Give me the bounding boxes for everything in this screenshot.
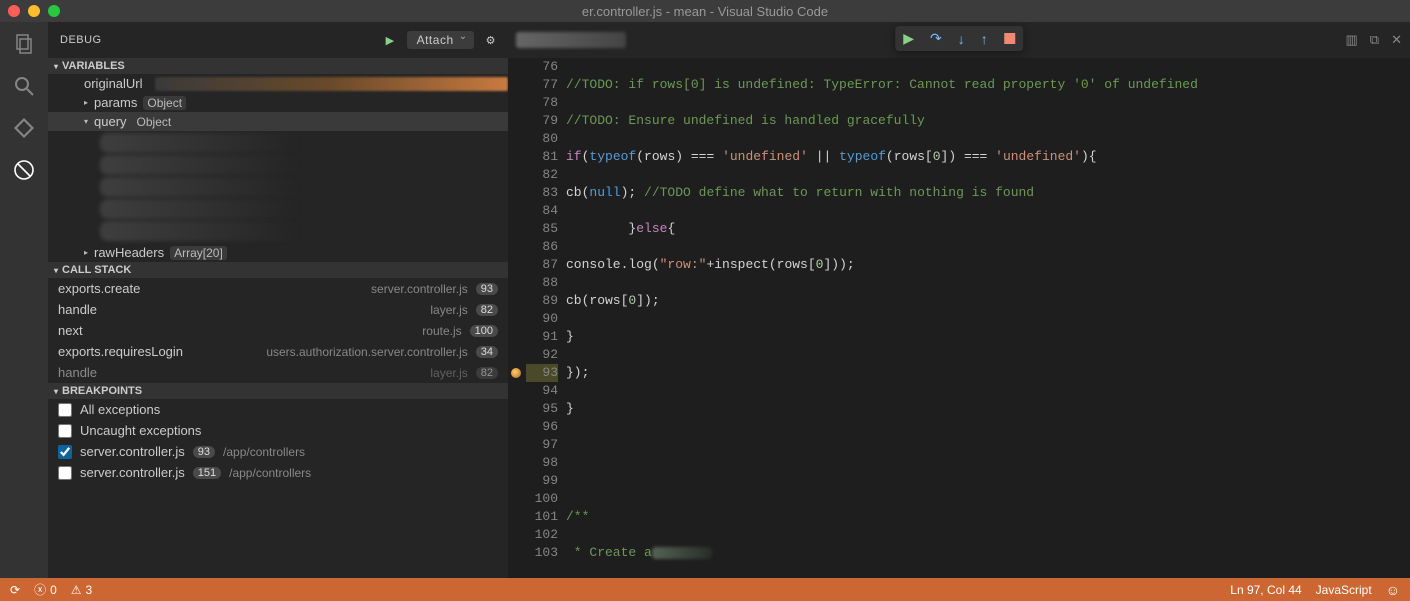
line-badge: 34: [476, 346, 498, 358]
line-badge: 93: [476, 283, 498, 295]
blurred-value: [100, 177, 300, 197]
minimize-window-button[interactable]: [28, 5, 40, 17]
debug-header: DEBUG ▶ Attach ⚙: [48, 22, 508, 58]
bp-checkbox[interactable]: [58, 403, 72, 417]
bp-checkbox[interactable]: [58, 424, 72, 438]
var-rawheaders[interactable]: ▸ rawHeaders Array[20]: [48, 243, 508, 262]
line-badge: 82: [476, 304, 498, 316]
variables-section-header[interactable]: ▾ VARIABLES: [48, 58, 508, 74]
start-debug-button[interactable]: ▶: [386, 34, 395, 47]
maximize-window-button[interactable]: [48, 5, 60, 17]
line-badge: 82: [476, 367, 498, 379]
stop-button[interactable]: [1004, 33, 1015, 44]
debug-icon[interactable]: [10, 156, 38, 184]
search-icon[interactable]: [10, 72, 38, 100]
type-badge: Object: [143, 96, 186, 110]
blurred-value: [100, 199, 300, 219]
breakpoints-label: BREAKPOINTS: [62, 385, 142, 397]
breakpoint-uncaught-exceptions[interactable]: Uncaught exceptions: [48, 420, 508, 441]
window-title: er.controller.js - mean - Visual Studio …: [582, 4, 828, 19]
type-badge: Array[20]: [170, 246, 227, 260]
editor-area: ▶ ↷ ↓ ↑ ▥ ⧉ ✕ 76 77 78 79 80: [508, 22, 1410, 578]
chevron-down-icon: ▾: [54, 266, 58, 275]
code-content[interactable]: //TODO: if rows[0] is undefined: TypeErr…: [566, 58, 1410, 578]
step-out-button[interactable]: ↑: [981, 31, 988, 47]
breakpoint-all-exceptions[interactable]: All exceptions: [48, 399, 508, 420]
warnings-indicator[interactable]: ⚠ 3: [71, 583, 92, 597]
callstack-frame[interactable]: next route.js 100: [48, 320, 508, 341]
feedback-icon[interactable]: ☺: [1386, 582, 1400, 598]
line-number-gutter: 76 77 78 79 80 81 82 83 84 85 86 87 88 8…: [526, 58, 566, 578]
status-bar: ⟳ ⓧ 0 ⚠ 3 Ln 97, Col 44 JavaScript ☺: [0, 578, 1410, 601]
blurred-value: [100, 155, 300, 175]
continue-button[interactable]: ▶: [903, 30, 914, 47]
step-into-button[interactable]: ↓: [958, 31, 965, 47]
callstack-frame[interactable]: handle layer.js 82: [48, 362, 508, 383]
line-badge: 100: [470, 325, 498, 337]
breakpoints-panel: All exceptions Uncaught exceptions serve…: [48, 399, 508, 483]
git-icon[interactable]: [10, 114, 38, 142]
debug-title: DEBUG: [60, 34, 102, 46]
type-badge: Object: [133, 115, 176, 129]
active-tab[interactable]: [516, 32, 626, 48]
chevron-down-icon: ▾: [84, 117, 94, 126]
bp-checkbox[interactable]: [58, 466, 72, 480]
close-editor-icon[interactable]: ✕: [1391, 32, 1402, 48]
debug-settings-icon[interactable]: ⚙: [486, 34, 496, 47]
debug-toolbar: ▶ ↷ ↓ ↑: [895, 26, 1023, 51]
blurred-value: [100, 221, 300, 241]
variables-panel: originalUrl ▸ params Object ▾ query Obje…: [48, 74, 508, 262]
callstack-frame[interactable]: exports.create server.controller.js 93: [48, 278, 508, 299]
explorer-icon[interactable]: [10, 30, 38, 58]
language-mode[interactable]: JavaScript: [1316, 582, 1372, 598]
breakpoints-section-header[interactable]: ▾ BREAKPOINTS: [48, 383, 508, 399]
variables-label: VARIABLES: [62, 60, 125, 72]
callstack-label: CALL STACK: [62, 264, 131, 276]
callstack-section-header[interactable]: ▾ CALL STACK: [48, 262, 508, 278]
line-badge: 151: [193, 467, 221, 479]
var-params[interactable]: ▸ params Object: [48, 93, 508, 112]
split-editor-icon[interactable]: ▥: [1346, 32, 1358, 48]
editor-body[interactable]: 76 77 78 79 80 81 82 83 84 85 86 87 88 8…: [508, 58, 1410, 578]
value-blur: [155, 77, 508, 91]
line-badge: 93: [193, 446, 215, 458]
launch-config-dropdown[interactable]: Attach: [407, 31, 474, 49]
breakpoint-item[interactable]: server.controller.js 151 /app/controller…: [48, 462, 508, 483]
breakpoint-marker[interactable]: [511, 368, 521, 378]
var-originalurl[interactable]: originalUrl: [48, 74, 508, 93]
blurred-value: [100, 133, 300, 153]
activity-bar: [0, 22, 48, 578]
bp-checkbox[interactable]: [58, 445, 72, 459]
errors-indicator[interactable]: ⓧ 0: [34, 581, 57, 598]
callstack-frame[interactable]: handle layer.js 82: [48, 299, 508, 320]
chevron-right-icon: ▸: [84, 248, 94, 257]
breakpoint-gutter[interactable]: [508, 58, 526, 578]
callstack-frame[interactable]: exports.requiresLogin users.authorizatio…: [48, 341, 508, 362]
more-icon[interactable]: ⧉: [1370, 32, 1379, 48]
breakpoint-item[interactable]: server.controller.js 93 /app/controllers: [48, 441, 508, 462]
window-controls: [8, 5, 60, 17]
chevron-down-icon: ▾: [54, 62, 58, 71]
chevron-down-icon: ▾: [54, 387, 58, 396]
chevron-right-icon: ▸: [84, 98, 94, 107]
cursor-position[interactable]: Ln 97, Col 44: [1230, 582, 1301, 598]
step-over-button[interactable]: ↷: [930, 30, 942, 47]
titlebar: er.controller.js - mean - Visual Studio …: [0, 0, 1410, 22]
sync-icon[interactable]: ⟳: [10, 583, 20, 597]
close-window-button[interactable]: [8, 5, 20, 17]
var-query[interactable]: ▾ query Object: [48, 112, 508, 131]
callstack-panel: exports.create server.controller.js 93 h…: [48, 278, 508, 383]
debug-sidebar: DEBUG ▶ Attach ⚙ ▾ VARIABLES originalUrl…: [48, 22, 508, 578]
